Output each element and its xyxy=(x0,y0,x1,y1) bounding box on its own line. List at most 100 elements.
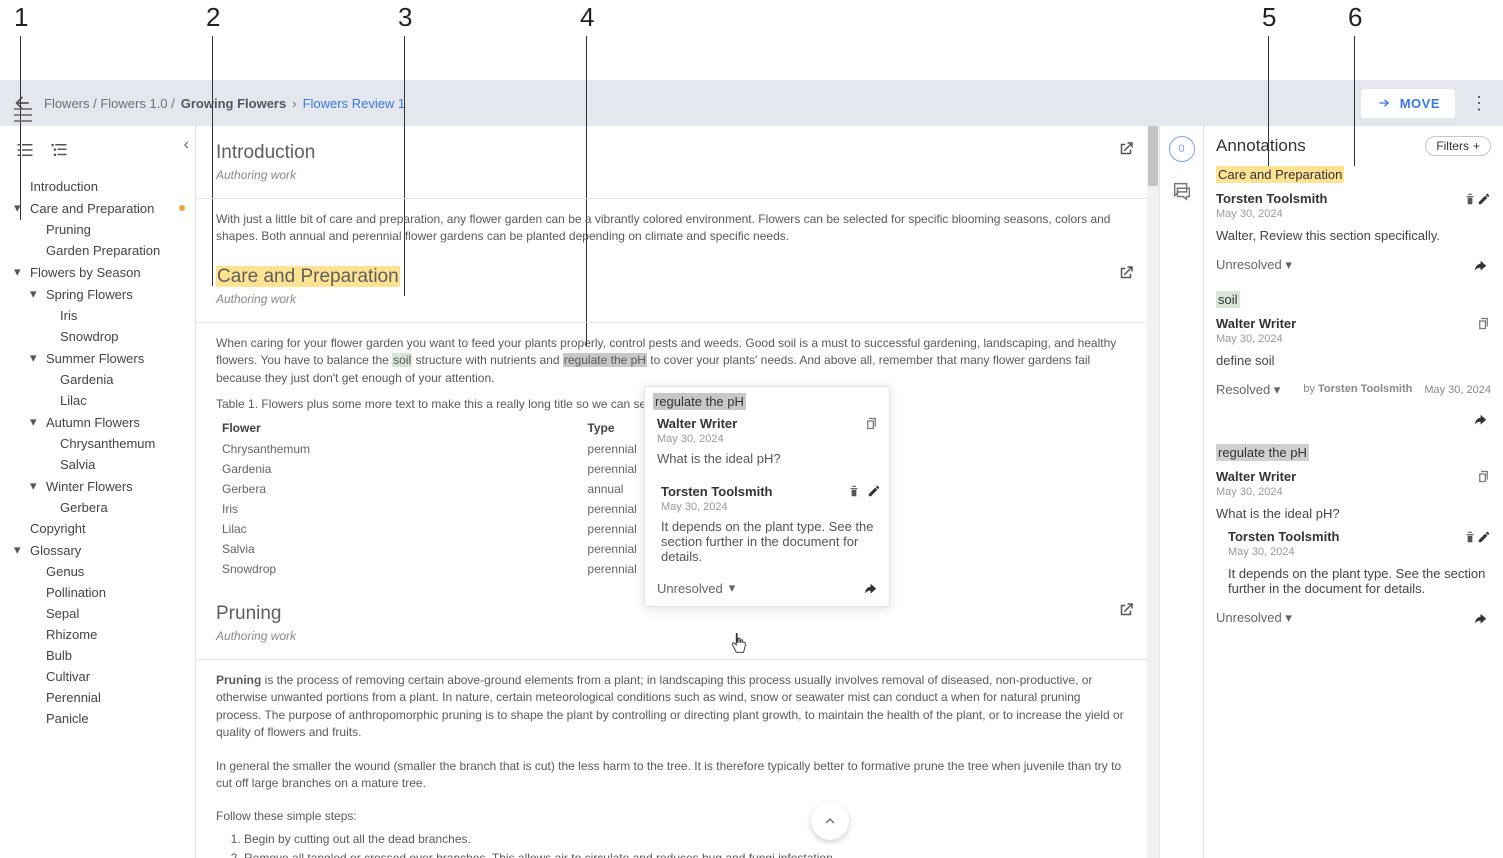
scroll-to-top-fab[interactable] xyxy=(811,802,849,840)
annotation-status-dropdown[interactable]: Resolved ▾ xyxy=(1216,382,1280,398)
cursor-pointer-icon xyxy=(728,632,750,658)
nav-item[interactable]: Lilac xyxy=(4,390,191,411)
nav-item[interactable]: ▾Flowers by Season xyxy=(4,261,191,283)
nav-item[interactable]: ▾Summer Flowers xyxy=(4,347,191,369)
change-indicator-dot xyxy=(179,205,185,211)
collapse-sidebar-icon[interactable]: ‹ xyxy=(184,136,189,154)
copy-icon[interactable] xyxy=(864,416,879,431)
annotation-author: Walter Writer xyxy=(1216,316,1476,331)
document-viewer: Introduction Authoring work With just a … xyxy=(196,126,1159,858)
nav-item[interactable]: Garden Preparation xyxy=(4,240,191,261)
annotation-snippet: soil xyxy=(1216,291,1240,308)
nav-item[interactable]: Bulb xyxy=(4,645,191,666)
scrollbar-thumb[interactable] xyxy=(1148,126,1158,186)
nav-item[interactable]: Introduction xyxy=(4,176,191,197)
nav-item[interactable]: Perennial xyxy=(4,687,191,708)
nav-item[interactable]: Genus xyxy=(4,561,191,582)
section-care: Care and Preparation Authoring work xyxy=(196,250,1147,323)
copy-icon[interactable] xyxy=(1476,316,1491,331)
filters-button[interactable]: Filters + xyxy=(1425,136,1491,156)
intro-paragraph: With just a little bit of care and prepa… xyxy=(196,199,1147,250)
breadcrumb-root[interactable]: Flowers / Flowers 1.0 / xyxy=(44,96,175,111)
nav-item[interactable]: Copyright xyxy=(4,518,191,539)
right-rail: 0 xyxy=(1159,126,1203,858)
care-paragraph: When caring for your flower garden you w… xyxy=(196,323,1147,391)
nav-item[interactable]: Panicle xyxy=(4,708,191,729)
nav-item[interactable]: Pollination xyxy=(4,582,191,603)
scrollbar[interactable] xyxy=(1147,126,1159,858)
top-bar: Flowers / Flowers 1.0 / Growing Flowers … xyxy=(0,80,1503,126)
popover-status-dropdown[interactable]: Unresolved xyxy=(657,581,723,596)
nav-item[interactable]: ▾Care and Preparation xyxy=(4,197,191,219)
annotation-status-dropdown[interactable]: Unresolved ▾ xyxy=(1216,257,1292,273)
section-subtitle: Authoring work xyxy=(216,168,1127,182)
annotation-date: May 30, 2024 xyxy=(1216,333,1491,345)
nav-list: Introduction▾Care and PreparationPruning… xyxy=(4,168,191,729)
popover-snippet: regulate the pH xyxy=(653,393,746,410)
nav-item[interactable]: Gerbera xyxy=(4,497,191,518)
move-button[interactable]: MOVE xyxy=(1361,89,1455,118)
breadcrumb: Flowers / Flowers 1.0 / Growing Flowers … xyxy=(44,96,405,111)
nav-item[interactable]: Iris xyxy=(4,305,191,326)
annotation-card[interactable]: soil Walter Writer May 30, 2024 define soil… xyxy=(1216,291,1491,426)
nav-item[interactable]: Rhizome xyxy=(4,624,191,645)
annotation-snippet: regulate the pH xyxy=(1216,444,1309,461)
annotation-status-dropdown[interactable]: Unresolved ▾ xyxy=(1216,610,1292,626)
reply-icon[interactable] xyxy=(1473,412,1491,426)
edit-icon[interactable] xyxy=(1477,192,1491,206)
copy-icon[interactable] xyxy=(1476,469,1491,484)
open-section-icon[interactable] xyxy=(1117,264,1135,282)
annotation-author: Walter Writer xyxy=(1216,469,1476,484)
document-outline-sidebar: ‹ Introduction▾Care and PreparationPruni… xyxy=(0,126,196,858)
annotations-title: Annotations xyxy=(1216,136,1306,156)
reply-icon[interactable] xyxy=(1473,258,1491,272)
open-section-icon[interactable] xyxy=(1117,140,1135,158)
nav-item[interactable]: ▾Spring Flowers xyxy=(4,283,191,305)
rail-badge-icon[interactable]: 0 xyxy=(1169,136,1195,162)
more-menu-icon[interactable]: ⋮ xyxy=(1467,93,1491,114)
chevron-down-icon[interactable]: ▾ xyxy=(729,580,736,596)
callout-2: 2 xyxy=(206,2,220,33)
delete-icon[interactable] xyxy=(1463,530,1477,544)
nav-item[interactable]: Chrysanthemum xyxy=(4,433,191,454)
annotation-message: What is the ideal pH? xyxy=(1216,506,1491,521)
popover-author: Walter Writer xyxy=(657,416,864,431)
breadcrumb-parent[interactable]: Growing Flowers xyxy=(181,96,286,111)
reply-icon[interactable] xyxy=(1473,611,1491,625)
list-item: Begin by cutting out all the dead branch… xyxy=(244,830,1127,849)
nav-item[interactable]: Snowdrop xyxy=(4,326,191,347)
nav-item[interactable]: ▾Winter Flowers xyxy=(4,475,191,497)
annotation-card[interactable]: Care and PreparationTorsten Toolsmith Ma… xyxy=(1216,166,1491,273)
callout-3: 3 xyxy=(398,2,412,33)
pruning-p1: Pruning is the process of removing certa… xyxy=(196,660,1147,746)
delete-icon[interactable] xyxy=(847,484,861,498)
callout-5: 5 xyxy=(1262,2,1276,33)
structure-view-icon[interactable] xyxy=(50,142,68,158)
hamburger-icon[interactable] xyxy=(14,108,32,122)
delete-icon[interactable] xyxy=(1463,192,1477,206)
edit-icon[interactable] xyxy=(1477,530,1491,544)
nav-item[interactable]: ▾Autumn Flowers xyxy=(4,411,191,433)
nav-item[interactable]: Salvia xyxy=(4,454,191,475)
comments-icon[interactable] xyxy=(1171,180,1193,202)
nav-item[interactable]: ▾Glossary xyxy=(4,539,191,561)
nav-item[interactable]: Sepal xyxy=(4,603,191,624)
highlight-soil[interactable]: soil xyxy=(392,353,412,367)
nav-item[interactable]: Gardenia xyxy=(4,369,191,390)
popover-reply-msg: It depends on the plant type. See the se… xyxy=(661,519,881,564)
section-title: Care and Preparation xyxy=(216,266,1127,288)
open-section-icon[interactable] xyxy=(1117,601,1135,619)
callout-ruler: 1 2 3 4 5 6 xyxy=(0,0,1503,80)
annotation-snippet: Care and Preparation xyxy=(1216,166,1344,183)
highlight-ph[interactable]: regulate the pH xyxy=(563,353,647,367)
reply-icon[interactable] xyxy=(863,581,881,595)
list-item: Remove all tangled or crossed over branc… xyxy=(244,849,1127,858)
annotation-message: define soil xyxy=(1216,353,1491,368)
nav-item[interactable]: Pruning xyxy=(4,219,191,240)
annotation-card[interactable]: regulate the pHWalter WriterMay 30, 2024… xyxy=(1216,444,1491,626)
annotation-message: Walter, Review this section specifically… xyxy=(1216,228,1491,243)
nav-item[interactable]: Cultivar xyxy=(4,666,191,687)
edit-icon[interactable] xyxy=(867,484,881,498)
pruning-p2: In general the smaller the wound (smalle… xyxy=(196,746,1147,797)
outline-view-icon[interactable] xyxy=(16,142,34,158)
